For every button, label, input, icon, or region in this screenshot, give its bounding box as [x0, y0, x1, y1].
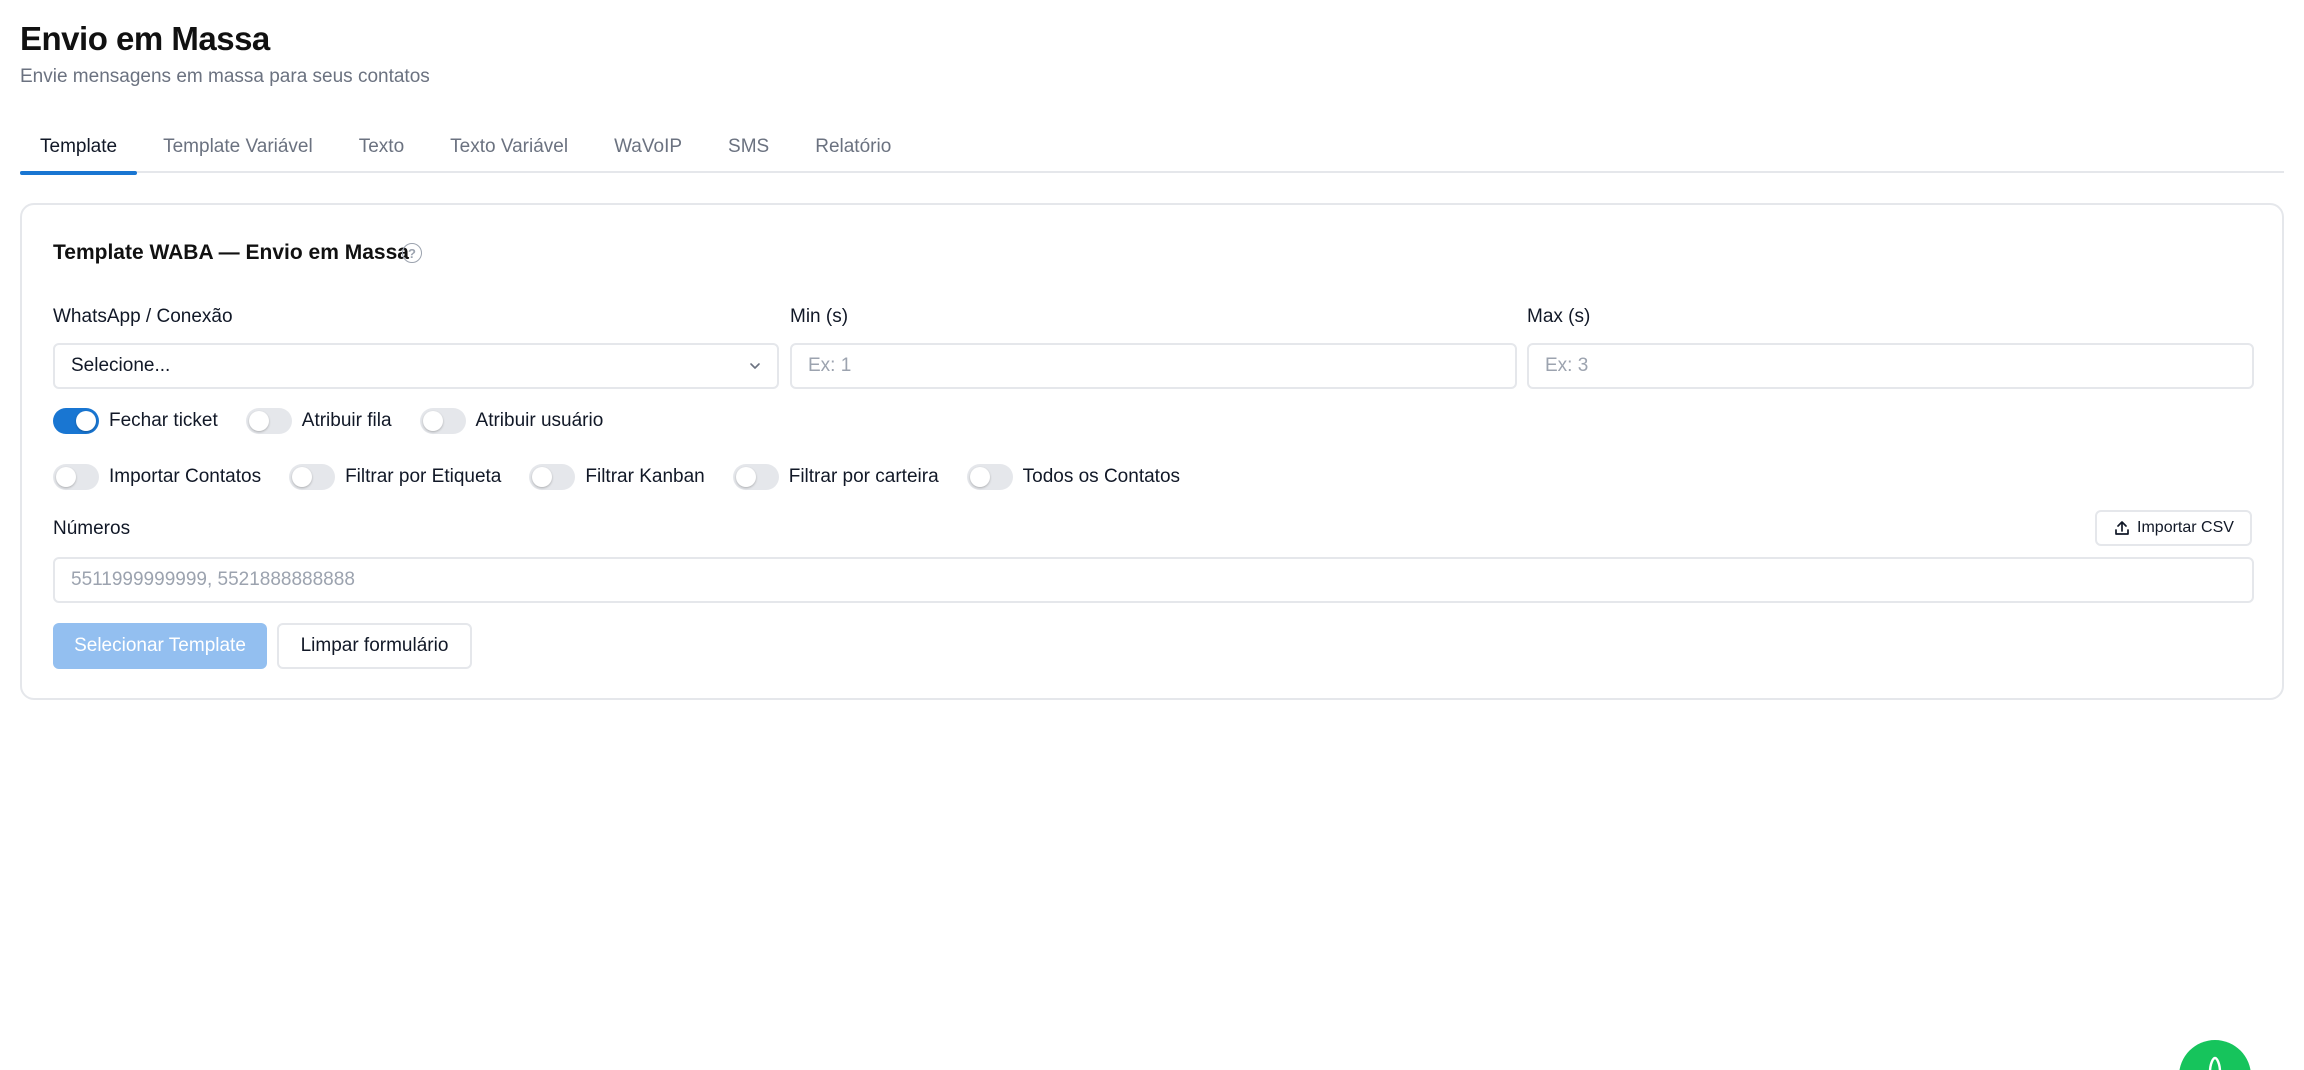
connection-select-value: Selecione...: [71, 355, 171, 376]
chat-icon: [2208, 1056, 2222, 1070]
toggle-label: Fechar ticket: [109, 410, 218, 431]
switch[interactable]: [53, 408, 99, 434]
tab-texto-variavel[interactable]: Texto Variável: [430, 121, 588, 173]
toggle-todos-contatos[interactable]: Todos os Contatos: [966, 464, 1181, 490]
toggle-label: Todos os Contatos: [1022, 466, 1181, 487]
switch[interactable]: [732, 464, 779, 490]
toggle-atribuir-usuario[interactable]: Atribuir usuário: [419, 408, 604, 434]
toggle-label: Filtrar Kanban: [585, 466, 705, 487]
import-csv-label: Importar CSV: [2137, 519, 2234, 536]
toggle-label: Atribuir usuário: [475, 410, 604, 431]
select-template-button[interactable]: Selecionar Template: [53, 623, 267, 669]
upload-icon: [2115, 521, 2129, 535]
numbers-input[interactable]: 5511999999999, 5521888888888: [53, 557, 2254, 603]
min-placeholder: Ex: 1: [808, 355, 852, 376]
connection-select[interactable]: Selecione...: [53, 343, 779, 389]
toggle-row-secondary: Importar Contatos Filtrar por Etiqueta F…: [53, 464, 1208, 490]
toggle-label: Filtrar por Etiqueta: [345, 466, 502, 487]
min-input[interactable]: Ex: 1: [790, 343, 1517, 389]
page: Envio em Massa Envie mensagens em massa …: [0, 0, 2304, 1070]
import-csv-button[interactable]: Importar CSV: [2095, 510, 2252, 546]
toggle-row-primary: Fechar ticket Atribuir fila Atribuir usu…: [53, 408, 631, 434]
switch[interactable]: [419, 408, 466, 434]
switch[interactable]: [245, 408, 292, 434]
tab-wavoip[interactable]: WaVoIP: [594, 121, 702, 173]
help-circle-icon[interactable]: ?: [402, 243, 422, 263]
switch[interactable]: [289, 464, 336, 490]
numbers-label: Números: [53, 518, 131, 539]
tab-relatorio[interactable]: Relatório: [795, 121, 911, 173]
tab-template-variavel[interactable]: Template Variável: [143, 121, 333, 173]
switch[interactable]: [529, 464, 576, 490]
page-subtitle: Envie mensagens em massa para seus conta…: [20, 66, 430, 87]
toggle-label: Atribuir fila: [301, 410, 392, 431]
card-title: Template WABA — Envio em Massa: [53, 241, 409, 264]
tab-texto[interactable]: Texto: [339, 121, 424, 173]
toggle-filtrar-carteira[interactable]: Filtrar por carteira: [732, 464, 939, 490]
toggle-label: Filtrar por carteira: [788, 466, 939, 487]
max-placeholder: Ex: 3: [1545, 355, 1589, 376]
toggle-filtrar-kanban[interactable]: Filtrar Kanban: [529, 464, 705, 490]
template-card: Template WABA — Envio em Massa ? WhatsAp…: [20, 203, 2284, 700]
toggle-atribuir-fila[interactable]: Atribuir fila: [245, 408, 392, 434]
toggle-fechar-ticket[interactable]: Fechar ticket: [53, 408, 218, 434]
min-label: Min (s): [790, 306, 849, 327]
tab-template[interactable]: Template: [20, 121, 138, 175]
max-label: Max (s): [1527, 306, 1591, 327]
tab-bar: Template Template Variável Texto Texto V…: [20, 121, 2284, 175]
numbers-placeholder: 5511999999999, 5521888888888: [71, 569, 355, 590]
tab-sms[interactable]: SMS: [708, 121, 789, 173]
connection-label: WhatsApp / Conexão: [53, 306, 233, 327]
page-title: Envio em Massa: [20, 20, 270, 57]
toggle-label: Importar Contatos: [109, 466, 262, 487]
max-input[interactable]: Ex: 3: [1527, 343, 2254, 389]
toggle-importar-contatos[interactable]: Importar Contatos: [53, 464, 261, 490]
switch[interactable]: [966, 464, 1013, 490]
toggle-filtrar-etiqueta[interactable]: Filtrar por Etiqueta: [289, 464, 501, 490]
switch[interactable]: [53, 464, 99, 490]
chat-fab-button[interactable]: [2179, 1040, 2251, 1070]
chevron-down-icon: [750, 363, 760, 369]
clear-form-button[interactable]: Limpar formulário: [277, 623, 472, 669]
